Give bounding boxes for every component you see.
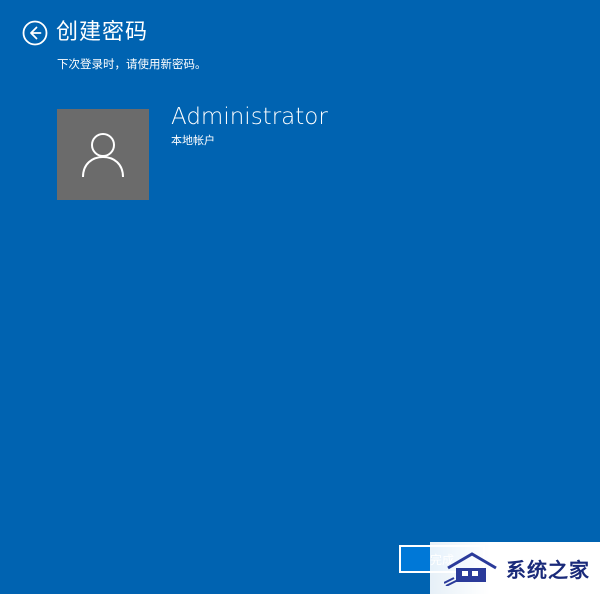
page-subtitle: 下次登录时，请使用新密码。 (57, 57, 207, 71)
create-password-screen: 创建密码 下次登录时，请使用新密码。 Administrator 本地帐户 完成… (0, 0, 600, 594)
back-button[interactable] (22, 20, 48, 46)
page-title: 创建密码 (56, 20, 149, 45)
watermark-logo-icon (444, 552, 497, 586)
watermark: 系统之家 (430, 542, 600, 594)
account-type: 本地帐户 (171, 134, 215, 147)
avatar (57, 109, 149, 200)
back-arrow-icon (22, 20, 48, 46)
watermark-text: 系统之家 (506, 557, 590, 582)
user-icon (82, 132, 124, 177)
header: 创建密码 (22, 18, 148, 48)
account-name: Administrator (171, 104, 328, 130)
